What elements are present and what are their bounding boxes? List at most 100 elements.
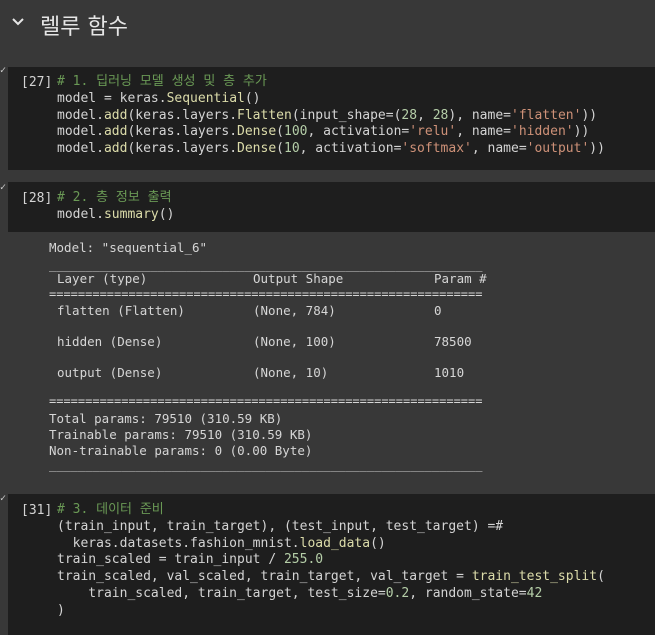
code-token: 42 <box>526 585 543 601</box>
code-token: , <box>417 107 433 123</box>
header-layer: Layer (type) <box>57 271 148 286</box>
code-token: Dense <box>237 124 277 140</box>
trainable-params: Trainable params: 79510 (310.59 KB) <box>49 427 313 442</box>
code-token: 100 <box>284 124 308 140</box>
row-shape: (None, 10) <box>253 365 329 380</box>
code-token: train_scaled, train_target, test_size= <box>57 585 386 601</box>
code-editor[interactable]: # 1. 딥러닝 모델 생성 및 층 추가 model = keras.Seque… <box>57 74 605 158</box>
code-cell-31[interactable]: [31] # 3. 데이터 준비 (train_input, train_targ… <box>8 494 655 635</box>
code-cell-28[interactable]: [28] # 2. 층 정보 출력 model.summary() <box>8 182 655 232</box>
code-token: train_test_split <box>471 569 598 585</box>
code-line: # 1. 딥러닝 모델 생성 및 층 추가 <box>57 74 605 91</box>
code-line: train_scaled = train_input / 255.0 <box>57 552 605 569</box>
row-param: 1010 <box>434 365 465 380</box>
code-line: ) <box>57 603 605 620</box>
code-token: add <box>103 124 128 140</box>
code-token: # 2. 층 정보 출력 <box>57 190 172 205</box>
code-token: 'hidden' <box>511 124 574 140</box>
code-token: model = keras. <box>57 90 167 106</box>
row-shape: (None, 100) <box>253 334 336 349</box>
checkmark-icon: ✓ <box>0 182 7 193</box>
code-token: 'flatten' <box>511 107 582 123</box>
separator-line: ________________________________________… <box>49 458 483 472</box>
code-token: ), name= <box>448 107 511 123</box>
code-token: ( <box>597 569 605 585</box>
code-token: () <box>244 90 261 106</box>
code-token: () <box>158 206 175 222</box>
code-editor[interactable]: # 3. 데이터 준비 (train_input, train_target), … <box>57 502 605 620</box>
code-token: 255.0 <box>283 552 324 568</box>
code-line: model.add(keras.layers.Dense(100, activa… <box>57 124 605 141</box>
code-line: # 3. 데이터 준비 <box>57 502 605 519</box>
code-token: 10 <box>284 141 300 157</box>
code-token: add <box>103 141 128 157</box>
row-shape: (None, 784) <box>253 303 336 318</box>
execution-count: [27] <box>21 75 53 90</box>
code-token: summary <box>103 206 159 222</box>
code-line: model.add(keras.layers.Flatten(input_sha… <box>57 108 605 125</box>
code-editor[interactable]: # 2. 층 정보 출력 model.summary() <box>57 190 174 224</box>
code-token: (train_input, train_target), (test_input… <box>57 518 504 534</box>
code-token: , activation= <box>307 124 410 140</box>
code-token: keras.datasets.fashion_mnist. <box>57 535 300 551</box>
code-token: , random_state= <box>409 585 527 601</box>
code-token: 28 <box>432 107 449 123</box>
code-token: # 1. 딥러닝 모델 생성 및 층 추가 <box>57 74 267 89</box>
header-param: Param # <box>434 271 487 286</box>
code-line: (train_input, train_target), (test_input… <box>57 519 605 536</box>
execution-count: [28] <box>21 191 53 206</box>
code-token: )) <box>573 124 590 140</box>
code-token: add <box>103 107 128 123</box>
code-line: model.add(keras.layers.Dense(10, activat… <box>57 141 605 158</box>
section-title: 렐루 함수 <box>40 15 128 40</box>
row-layer: hidden (Dense) <box>57 334 163 349</box>
code-token: Dense <box>237 141 277 157</box>
code-token: () <box>370 535 386 551</box>
code-line: model.summary() <box>57 207 174 224</box>
code-token: (keras.layers. <box>127 124 238 140</box>
checkmark-icon: ✓ <box>0 65 7 76</box>
row-layer: output (Dense) <box>57 365 163 380</box>
code-token: model. <box>57 206 104 222</box>
section-header: 렐루 함수 <box>0 0 655 50</box>
code-token: model. <box>57 124 104 140</box>
row-layer: flatten (Flatten) <box>57 303 185 318</box>
code-token: , activation= <box>299 141 402 157</box>
code-token: # 3. 데이터 준비 <box>57 502 164 517</box>
code-token: 'relu' <box>409 124 457 140</box>
chevron-down-icon[interactable] <box>10 14 26 30</box>
code-token: train_scaled = train_input / <box>57 552 284 568</box>
code-line: train_scaled, train_target, test_size=0.… <box>57 586 605 603</box>
code-line: # 2. 층 정보 출력 <box>57 190 174 207</box>
code-token: )) <box>589 141 605 157</box>
code-token: model. <box>57 141 104 157</box>
non-trainable-params: Non-trainable params: 0 (0.00 Byte) <box>49 443 313 458</box>
code-token: )) <box>581 107 598 123</box>
code-token: load_data <box>299 535 371 551</box>
checkmark-icon: ✓ <box>0 493 7 504</box>
execution-count: [31] <box>21 503 53 518</box>
code-token: Sequential <box>166 90 245 106</box>
code-cell-27[interactable]: [27] # 1. 딥러닝 모델 생성 및 층 추가 model = keras.… <box>8 67 655 170</box>
code-token: , name= <box>471 141 527 157</box>
code-token: model. <box>57 107 104 123</box>
double-separator: ========================================… <box>49 394 483 408</box>
code-token: 0.2 <box>385 585 410 601</box>
code-token: 'output' <box>526 141 590 157</box>
row-param: 0 <box>434 303 442 318</box>
code-token: , name= <box>456 124 511 140</box>
row-param: 78500 <box>434 334 472 349</box>
separator-line: ________________________________________… <box>49 258 483 272</box>
code-token: (keras.layers. <box>127 107 238 123</box>
code-line: model = keras.Sequential() <box>57 91 605 108</box>
code-token: train_scaled, val_scaled, train_target, … <box>57 569 472 585</box>
code-token: ) <box>57 602 65 618</box>
header-output-shape: Output Shape <box>253 271 344 286</box>
model-name-line: Model: "sequential_6" <box>49 240 208 255</box>
code-token: 'softmax' <box>401 141 472 157</box>
code-token: 28 <box>401 107 418 123</box>
code-token: Flatten <box>237 107 292 123</box>
double-separator: ========================================… <box>49 287 483 301</box>
code-token: (input_shape=( <box>291 107 402 123</box>
code-token: ( <box>276 141 284 157</box>
